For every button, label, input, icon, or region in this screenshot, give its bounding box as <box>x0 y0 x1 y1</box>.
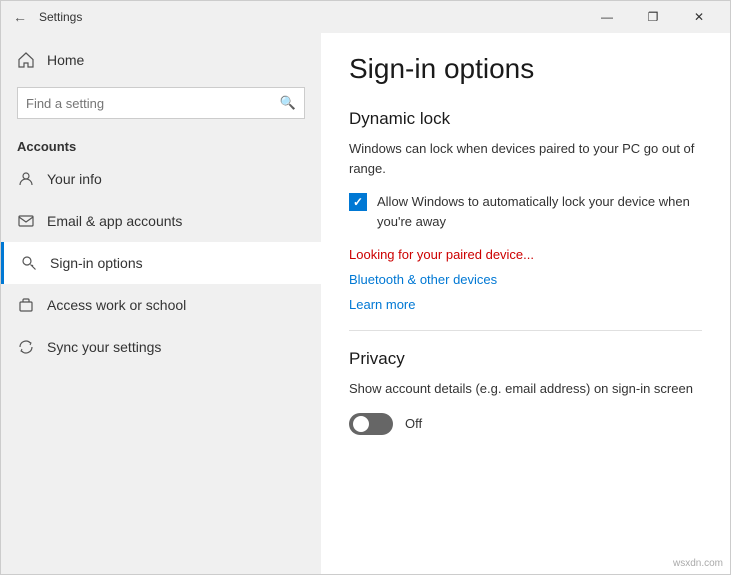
privacy-toggle-label: Off <box>405 416 422 431</box>
home-label: Home <box>47 52 84 68</box>
back-button[interactable]: ← <box>9 5 31 29</box>
sidebar: Home 🔍 Accounts Your info <box>1 33 321 574</box>
privacy-toggle[interactable] <box>349 413 393 435</box>
titlebar-controls: — ❐ ✕ <box>584 1 722 33</box>
dynamic-lock-section: Dynamic lock Windows can lock when devic… <box>349 109 702 312</box>
sidebar-item-label-work: Access work or school <box>47 297 186 313</box>
learn-more-link[interactable]: Learn more <box>349 297 702 312</box>
sidebar-item-email-app-accounts[interactable]: Email & app accounts <box>1 200 321 242</box>
sidebar-item-sign-in-options[interactable]: Sign-in options <box>1 242 321 284</box>
privacy-title: Privacy <box>349 349 702 369</box>
auto-lock-label: Allow Windows to automatically lock your… <box>377 192 702 231</box>
search-box[interactable]: 🔍 <box>17 87 305 119</box>
privacy-section: Privacy Show account details (e.g. email… <box>349 349 702 435</box>
home-icon <box>17 51 35 69</box>
privacy-description: Show account details (e.g. email address… <box>349 379 702 399</box>
auto-lock-checkbox-row: Allow Windows to automatically lock your… <box>349 192 702 231</box>
email-icon <box>17 212 35 230</box>
restore-button[interactable]: ❐ <box>630 1 676 33</box>
minimize-button[interactable]: — <box>584 1 630 33</box>
search-input[interactable] <box>26 96 280 111</box>
content-area: Home 🔍 Accounts Your info <box>1 33 730 574</box>
person-icon <box>17 170 35 188</box>
titlebar-left: ← Settings <box>9 5 82 29</box>
search-icon: 🔍 <box>280 95 296 111</box>
briefcase-icon <box>17 296 35 314</box>
watermark: wsxdn.com <box>673 558 723 569</box>
sidebar-item-access-work[interactable]: Access work or school <box>1 284 321 326</box>
home-nav-item[interactable]: Home <box>1 41 321 79</box>
sidebar-section-label: Accounts <box>1 127 321 158</box>
page-title: Sign-in options <box>349 53 702 85</box>
sidebar-item-label-signin: Sign-in options <box>50 255 143 271</box>
sync-icon <box>17 338 35 356</box>
bluetooth-devices-link[interactable]: Bluetooth & other devices <box>349 272 702 287</box>
paired-device-status: Looking for your paired device... <box>349 247 702 262</box>
titlebar-title: Settings <box>39 10 82 24</box>
key-icon <box>20 254 38 272</box>
titlebar: ← Settings — ❐ ✕ <box>1 1 730 33</box>
section-divider <box>349 330 702 331</box>
sidebar-item-label-sync: Sync your settings <box>47 339 161 355</box>
dynamic-lock-title: Dynamic lock <box>349 109 702 129</box>
sidebar-item-label-email: Email & app accounts <box>47 213 182 229</box>
privacy-toggle-row: Off <box>349 413 702 435</box>
auto-lock-checkbox[interactable] <box>349 193 367 211</box>
main-content: Sign-in options Dynamic lock Windows can… <box>321 33 730 574</box>
close-button[interactable]: ✕ <box>676 1 722 33</box>
sidebar-item-sync-settings[interactable]: Sync your settings <box>1 326 321 368</box>
sidebar-item-label-your-info: Your info <box>47 171 102 187</box>
sidebar-item-your-info[interactable]: Your info <box>1 158 321 200</box>
dynamic-lock-description: Windows can lock when devices paired to … <box>349 139 702 178</box>
settings-window: ← Settings — ❐ ✕ Home 🔍 Accou <box>0 0 731 575</box>
